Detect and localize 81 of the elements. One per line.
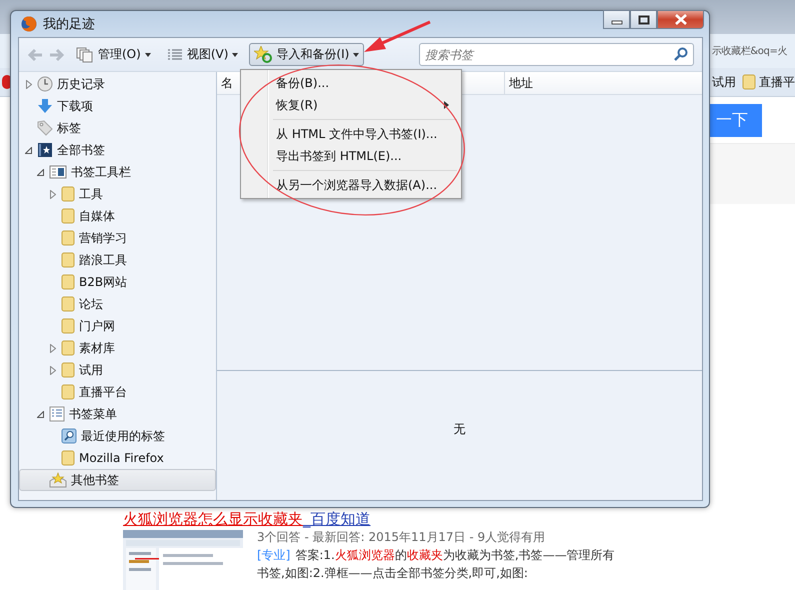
maximize-button[interactable] <box>630 10 657 29</box>
bookmarks-book-icon <box>37 142 53 158</box>
folder-icon <box>61 208 75 224</box>
firefox-icon <box>21 16 37 32</box>
close-icon <box>674 14 688 25</box>
menu-item[interactable]: 恢复(R) <box>243 94 459 116</box>
folder-icon <box>61 296 75 312</box>
result-tag: [专业] <box>257 548 290 563</box>
answer-text: 书签,如图:2.弹框——点击全部书签分类,即可,如图: <box>257 566 529 581</box>
collapsed-twisty-icon[interactable] <box>50 366 56 374</box>
list-icon <box>166 48 183 62</box>
list-icon <box>49 406 65 422</box>
folder-icon <box>61 384 75 400</box>
tree-item[interactable]: 自媒体 <box>19 205 216 227</box>
tree-item[interactable]: 书签工具栏 <box>19 161 216 183</box>
collapsed-twisty-icon[interactable] <box>50 190 56 198</box>
tree-item[interactable]: 标签 <box>19 117 216 139</box>
details-text: 无 <box>454 421 466 437</box>
expanded-twisty-icon[interactable] <box>25 146 32 154</box>
import-backup-button[interactable]: 导入和备份(I) <box>249 43 364 66</box>
search-page-icon <box>61 428 77 444</box>
views-menu-button[interactable]: 视图(V) <box>162 43 244 66</box>
folder-icon <box>742 74 756 90</box>
dropdown-caret-icon <box>144 52 151 56</box>
result-title-link[interactable]: 火狐浏览器怎么显示收藏夹 <box>123 510 303 528</box>
star-tray-icon <box>49 472 67 488</box>
menu-item[interactable]: 从另一个浏览器导入数据(A)... <box>243 174 459 196</box>
menu-item[interactable]: 从 HTML 文件中导入书签(I)... <box>243 123 459 145</box>
dropdown-caret-icon <box>353 52 360 56</box>
tree-item[interactable]: 工具 <box>19 183 216 205</box>
answer-text: 答案:1.火狐浏览器的收藏夹为收藏为书签,书签——管理所有 <box>295 548 615 563</box>
tree-item[interactable]: 最近使用的标签 <box>19 425 216 447</box>
dropdown-caret-icon <box>232 52 238 56</box>
search-icon <box>674 47 688 61</box>
tree-item[interactable]: 其他书签 <box>19 469 216 491</box>
tree-item[interactable]: Mozilla Firefox <box>19 447 216 469</box>
window-title: 我的足迹 <box>43 16 95 33</box>
clock-icon <box>37 76 53 92</box>
collapsed-twisty-icon[interactable] <box>26 80 32 88</box>
tree-item[interactable]: 下载项 <box>19 95 216 117</box>
pages-icon <box>76 46 94 62</box>
tree-item[interactable]: 试用 <box>19 359 216 381</box>
collapsed-twisty-icon[interactable] <box>50 344 56 352</box>
tree-item[interactable]: 门户网 <box>19 315 216 337</box>
folder-icon <box>61 252 75 268</box>
tree-item[interactable]: 营销学习 <box>19 227 216 249</box>
maximize-icon <box>638 14 650 24</box>
tree-item[interactable]: 论坛 <box>19 293 216 315</box>
folder-icon <box>61 340 75 356</box>
folder-icon <box>61 186 75 202</box>
tree-item[interactable]: 全部书签 <box>19 139 216 161</box>
result-source-link[interactable]: _百度知道 <box>303 510 370 528</box>
tree-item[interactable]: 书签菜单 <box>19 403 216 425</box>
toolbar-icon <box>49 164 67 180</box>
search-button[interactable]: 一下 <box>710 104 762 136</box>
folder-icon <box>61 450 75 466</box>
star-refresh-icon <box>254 46 272 63</box>
folder-icon <box>61 362 75 378</box>
folder-icon <box>61 274 75 290</box>
address-text[interactable]: 示收藏栏&oq=火 <box>712 44 788 58</box>
column-header[interactable]: 地址 <box>505 72 702 94</box>
tree-item[interactable]: 直播平台 <box>19 381 216 403</box>
menu-item[interactable]: 备份(B)... <box>243 72 459 94</box>
result-meta: 3个回答 - 最新回答: 2015年11月17日 - 9人觉得有用 <box>257 530 546 545</box>
tag-icon <box>37 120 53 136</box>
folder-icon <box>61 230 75 246</box>
expanded-twisty-icon[interactable] <box>37 168 44 176</box>
search-field[interactable]: 搜索书签 <box>419 43 694 66</box>
organize-menu-button[interactable]: 管理(O) <box>71 43 156 66</box>
folder-icon <box>61 318 75 334</box>
menu-item[interactable]: 导出书签到 HTML(E)... <box>243 145 459 167</box>
tree-item[interactable]: B2B网站 <box>19 271 216 293</box>
expanded-twisty-icon[interactable] <box>37 410 44 418</box>
tree-item[interactable]: 踏浪工具 <box>19 249 216 271</box>
bookmark-item[interactable]: 试用 <box>712 74 736 90</box>
tree-item[interactable]: 历史记录 <box>19 73 216 95</box>
minimize-button[interactable] <box>603 10 630 29</box>
download-arrow-icon <box>37 98 53 114</box>
bookmark-item[interactable]: 直播平 <box>742 74 795 90</box>
close-button[interactable] <box>657 10 704 29</box>
tree-item[interactable]: 素材库 <box>19 337 216 359</box>
